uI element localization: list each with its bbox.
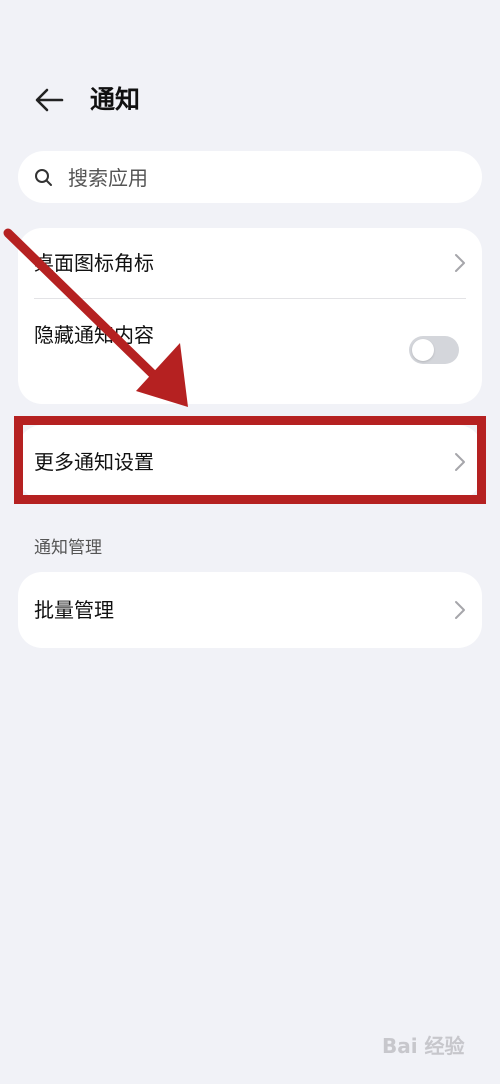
hide-content-toggle[interactable] bbox=[409, 336, 459, 364]
chevron-right-icon bbox=[455, 601, 465, 619]
batch-manage-row[interactable]: 批量管理 bbox=[18, 572, 482, 648]
toggle-knob bbox=[412, 339, 434, 361]
search-input[interactable] bbox=[66, 157, 470, 199]
desktop-badge-row[interactable]: 桌面图标角标 bbox=[18, 228, 482, 298]
back-button[interactable] bbox=[28, 82, 72, 118]
batch-manage-label: 批量管理 bbox=[34, 598, 114, 622]
back-arrow-icon bbox=[35, 88, 64, 112]
chevron-right-icon bbox=[455, 453, 465, 471]
search-icon bbox=[35, 169, 52, 186]
section-title-notification-management: 通知管理 bbox=[34, 538, 102, 558]
watermark-logo: Bai 经验 bbox=[382, 1034, 465, 1058]
page-title: 通知 bbox=[90, 85, 141, 114]
hide-content-label: 隐藏通知内容 bbox=[34, 323, 154, 347]
notification-options-card: 桌面图标角标 隐藏通知内容 bbox=[18, 228, 482, 404]
app-header: 通知 bbox=[0, 70, 500, 130]
desktop-badge-label: 桌面图标角标 bbox=[34, 251, 154, 275]
more-settings-row[interactable]: 更多通知设置 bbox=[18, 425, 482, 499]
chevron-right-icon bbox=[455, 254, 465, 272]
more-settings-label: 更多通知设置 bbox=[34, 450, 154, 474]
